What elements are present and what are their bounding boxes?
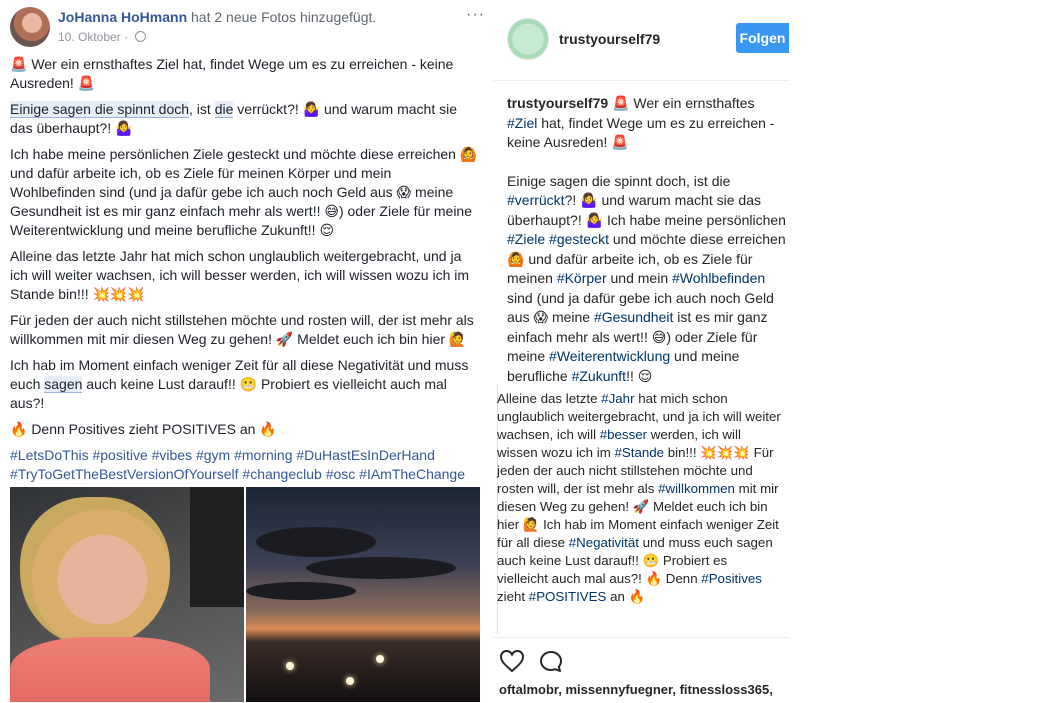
more-options-icon[interactable]: ··· (466, 6, 485, 24)
hashtag-link[interactable]: #Weiterentwicklung (549, 348, 670, 364)
follow-button[interactable]: Folgen (736, 23, 789, 53)
hashtag-link[interactable]: #Ziele (507, 231, 545, 247)
instagram-actions: oftalmobr, missennyfuegner, fitnessloss3… (493, 637, 789, 703)
hashtag-link[interactable]: #verrückt (507, 192, 565, 208)
highlighted-phrase: die (214, 101, 234, 118)
hashtag-link[interactable]: #besser (600, 427, 647, 442)
text-segment: , ist (189, 101, 215, 117)
post-paragraph: Ich hab im Moment einfach weniger Zeit f… (10, 356, 478, 413)
photo-lamp (346, 677, 354, 685)
post-photo-selfie[interactable] (10, 487, 244, 702)
caption-paragraph: Einige sagen die spinnt doch, ist die #v… (507, 172, 787, 387)
photo-subject (20, 497, 170, 647)
post-paragraph: Alleine das letzte Jahr hat mich schon u… (10, 248, 470, 302)
meta-separator: · (120, 30, 132, 44)
highlighted-phrase: sagen (44, 376, 83, 393)
instagram-avatar[interactable] (507, 18, 549, 60)
post-paragraph: Für jeden der auch nicht stillstehen möc… (10, 312, 474, 347)
text-segment: Alleine das letzte (497, 391, 602, 406)
text-segment: Einige sagen die spinnt doch, ist die (507, 172, 731, 189)
globe-icon (135, 31, 147, 42)
comment-icon[interactable] (539, 650, 563, 674)
hashtag-link[interactable]: #willkommen (658, 481, 735, 496)
hashtag-link[interactable]: #POSITIVES (529, 589, 607, 604)
photo-cloud (306, 557, 456, 579)
instagram-header: trustyourself79 Folgen (493, 0, 789, 81)
text-segment: an 🔥 (606, 589, 646, 604)
instagram-username-link[interactable]: trustyourself79 (559, 31, 660, 47)
hashtag-link[interactable]: #Zukunft (572, 368, 626, 384)
text-segment: zieht (497, 589, 529, 604)
post-header: JoHanna HoHmann hat 2 neue Fotos hinzuge… (58, 9, 376, 25)
post-paragraph: Einige sagen die spinnt doch, ist die ve… (10, 100, 478, 138)
post-paragraph: Ich habe meine persönlichen Ziele gestec… (10, 146, 478, 238)
text-segment: !! 😌 (626, 367, 653, 384)
post-action-text: hat 2 neue Fotos hinzugefügt. (187, 9, 377, 25)
author-name-link[interactable]: JoHanna HoHmann (58, 9, 187, 25)
hashtag-link[interactable]: #Jahr (601, 391, 634, 406)
post-paragraph: 🚨 Wer ein ernsthaftes Ziel hat, findet W… (10, 56, 454, 91)
hashtag-link[interactable]: #Körper (557, 270, 607, 286)
hashtag-line[interactable]: #TryToGetTheBestVersionOfYourself #chang… (10, 465, 478, 484)
post-photo-sunset[interactable] (246, 487, 480, 702)
hashtag-link[interactable]: #Negativität (569, 535, 639, 550)
highlighted-phrase: Einige sagen die spinnt doch (10, 101, 190, 118)
author-avatar[interactable] (10, 7, 50, 47)
caption-username-link[interactable]: trustyourself79 (507, 95, 608, 111)
post-text: 🚨 Wer ein ernsthaftes Ziel hat, findet W… (10, 55, 478, 484)
caption-paragraph: trustyourself79 🚨 Wer ein ernsthaftes #Z… (507, 94, 787, 153)
post-meta: 10. Oktober · (58, 30, 147, 44)
text-segment: hat, findet Wege um es zu erreichen - ke… (507, 114, 775, 151)
instagram-panel: trustyourself79 Folgen trustyourself79 🚨… (493, 0, 793, 702)
facebook-post: JoHanna HoHmann hat 2 neue Fotos hinzuge… (0, 0, 490, 702)
text-segment: 🚨 Wer ein ernsthaftes (608, 95, 755, 111)
photo-cloud (256, 527, 376, 557)
photo-subject-clothing (10, 637, 210, 702)
hashtag-link[interactable]: #gesteckt (549, 231, 609, 247)
post-paragraph: 🔥 Denn Positives zieht POSITIVES an 🔥 (10, 421, 277, 437)
hashtag-link[interactable]: #Wohlbefinden (672, 270, 765, 286)
hashtag-link[interactable]: #Positives (701, 571, 762, 586)
photo-background-object (190, 487, 244, 607)
hashtag-link[interactable]: #Stande (615, 445, 665, 460)
hashtag-link[interactable]: #Ziel (507, 115, 537, 131)
hashtag-line[interactable]: #LetsDoThis #positive #vibes #gym #morni… (10, 446, 478, 465)
post-date-link[interactable]: 10. Oktober (58, 30, 121, 44)
photo-lamp (286, 662, 294, 670)
text-segment: und mein (606, 270, 672, 286)
instagram-caption-continued: Alleine das letzte #Jahr hat mich schon … (497, 390, 781, 606)
photo-cloud (246, 582, 356, 600)
heart-icon[interactable] (499, 649, 525, 673)
photo-lamp (376, 655, 384, 663)
likes-list[interactable]: oftalmobr, missennyfuegner, fitnessloss3… (499, 682, 773, 697)
hashtag-link[interactable]: #Gesundheit (594, 309, 673, 325)
instagram-caption: trustyourself79 🚨 Wer ein ernsthaftes #Z… (507, 94, 787, 386)
